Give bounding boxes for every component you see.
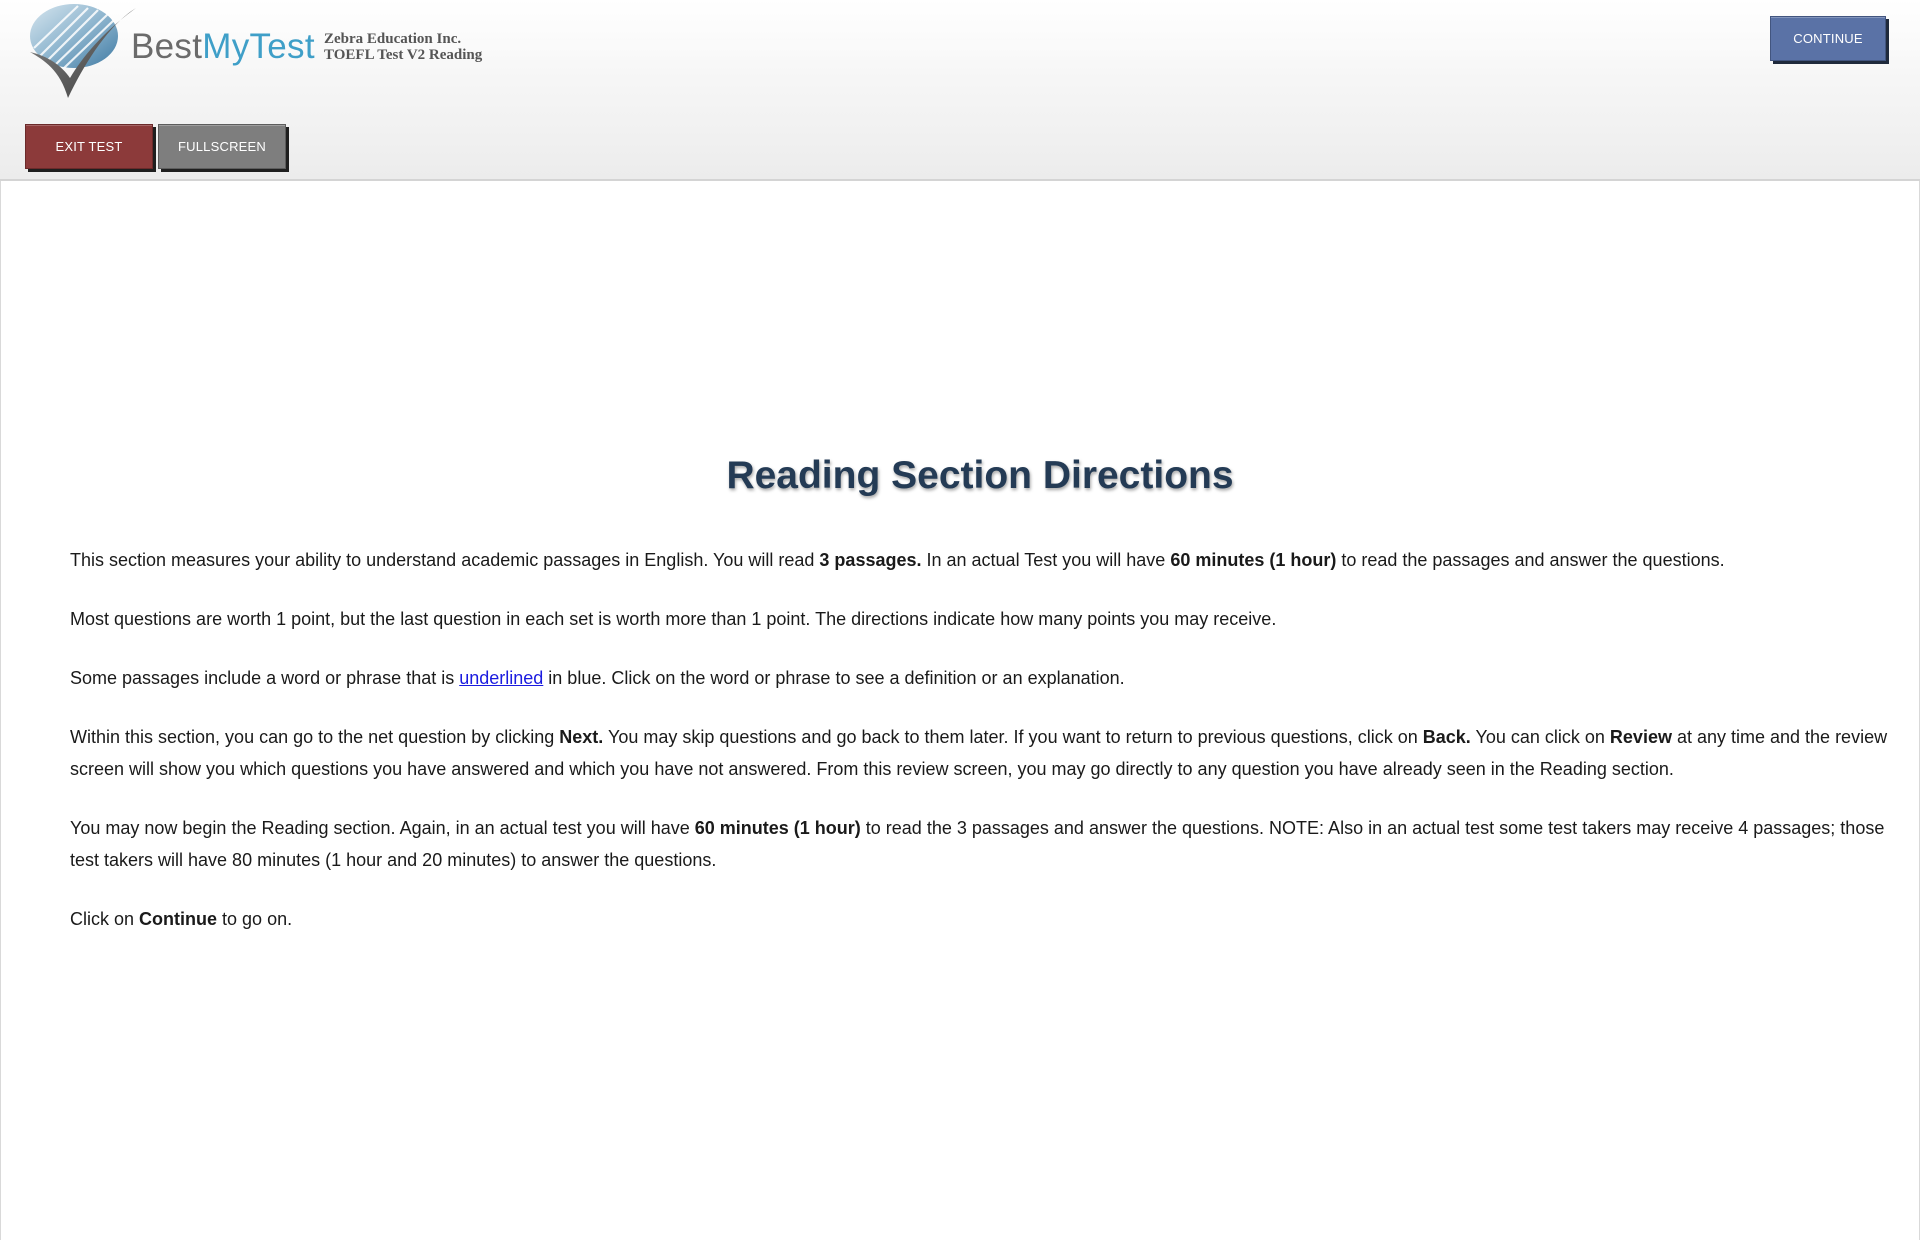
page-title: Reading Section Directions — [726, 454, 1234, 497]
logo-wordmark-best: Best — [131, 27, 203, 66]
bold-text: 3 passages. — [819, 550, 922, 570]
text: Click on — [70, 909, 140, 929]
bold-text: 60 minutes (1 hour) — [1170, 550, 1337, 570]
underlined-example-link[interactable]: underlined — [459, 668, 543, 688]
text: You may skip questions and go back to th… — [603, 727, 1423, 747]
text: Some passages include a word or phrase t… — [70, 668, 460, 688]
bold-text: Review — [1609, 727, 1672, 747]
bold-text: 60 minutes (1 hour) — [694, 818, 861, 838]
checkmark-logo-icon — [30, 4, 136, 98]
continue-button[interactable]: CONTINUE — [1770, 16, 1886, 61]
text: Within this section, you can go to the n… — [70, 727, 560, 747]
directions-panel: Reading Section Directions This section … — [0, 181, 1920, 1240]
text: in blue. Click on the word or phrase to … — [543, 668, 1125, 688]
text: In an actual Test you will have — [921, 550, 1171, 570]
bold-text: Continue — [139, 909, 218, 929]
bold-text: Back. — [1422, 727, 1471, 747]
logo-wordmark-mytest: MyTest — [202, 27, 315, 66]
bestmytest-logo: BestMyTest — [26, 2, 315, 102]
paragraph-navigation: Within this section, you can go to the n… — [70, 721, 1888, 785]
paragraph-begin: You may now begin the Reading section. A… — [70, 812, 1888, 876]
directions-text: This section measures your ability to un… — [70, 544, 1888, 962]
test-info: Zebra Education Inc. TOEFL Test V2 Readi… — [324, 31, 482, 63]
paragraph-continue: Click on Continue to go on. — [70, 903, 1888, 935]
test-name: TOEFL Test V2 Reading — [324, 47, 483, 63]
text: You may now begin the Reading section. A… — [70, 818, 695, 838]
paragraph-intro: This section measures your ability to un… — [70, 544, 1888, 576]
header-bar: BestMyTest Zebra Education Inc. TOEFL Te… — [0, 0, 1920, 181]
text: to go on. — [217, 909, 293, 929]
text: to read the passages and answer the ques… — [1336, 550, 1725, 570]
text: This section measures your ability to un… — [70, 550, 820, 570]
paragraph-points: Most questions are worth 1 point, but th… — [70, 603, 1888, 635]
exit-test-button[interactable]: EXIT TEST — [25, 124, 153, 169]
text: Most questions are worth 1 point, but th… — [70, 609, 1277, 629]
fullscreen-button[interactable]: FULLSCREEN — [158, 124, 286, 169]
text: You can click on — [1470, 727, 1610, 747]
logo-wordmark: BestMyTest — [131, 27, 315, 67]
paragraph-underlined: Some passages include a word or phrase t… — [70, 662, 1888, 694]
bold-text: Next. — [559, 727, 604, 747]
organization-name: Zebra Education Inc. — [324, 31, 462, 47]
